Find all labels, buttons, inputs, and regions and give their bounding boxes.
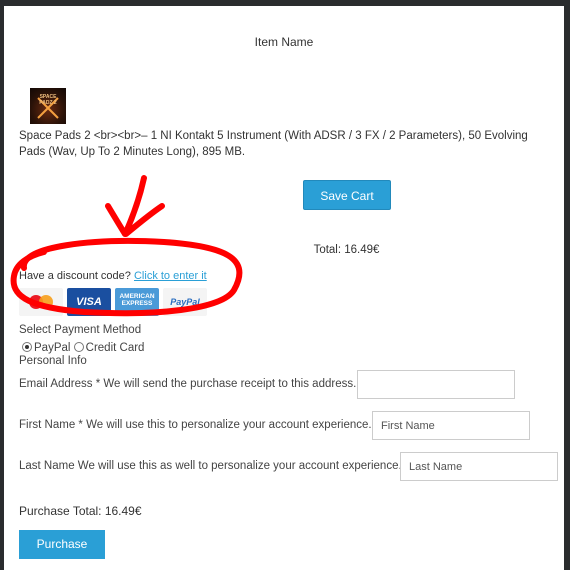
payment-method-heading: Select Payment Method (19, 324, 142, 336)
paypal-radio[interactable] (22, 342, 32, 352)
paypal-option-label[interactable]: PayPal (34, 342, 70, 354)
save-cart-button[interactable]: Save Cart (303, 180, 391, 210)
first-name-label: First Name * We will use this to persona… (19, 419, 372, 431)
paypal-icon: PayPal (163, 288, 207, 316)
purchase-button[interactable]: Purchase (19, 530, 105, 559)
first-name-field[interactable] (372, 411, 530, 440)
checkout-page: Item Name SPACE PADZ 2 Space Pads 2 <br>… (4, 6, 564, 570)
last-name-field[interactable] (400, 452, 558, 481)
email-label: Email Address * We will send the purchas… (19, 378, 357, 390)
mastercard-icon (19, 288, 63, 316)
thumbnail-subtitle: PADZ 2 (39, 100, 57, 106)
discount-link[interactable]: Click to enter it (134, 270, 207, 282)
paypal-logo-label: PayPal (170, 297, 200, 307)
email-field[interactable] (357, 370, 515, 399)
cart-total: Total: 16.49€ (313, 244, 380, 256)
mastercard-orange-circle (39, 295, 53, 309)
personal-info-heading: Personal Info (19, 355, 87, 367)
last-name-label: Last Name We will use this as well to pe… (19, 460, 402, 472)
amex-label: AMERICAN EXPRESS (119, 293, 155, 307)
visa-label: VISA (76, 296, 102, 308)
annotation-arrow-icon (105, 175, 165, 237)
discount-prompt-text: Have a discount code? (19, 270, 131, 282)
visa-icon: VISA (67, 288, 111, 316)
discount-prompt: Have a discount code? Click to enter it (19, 270, 207, 282)
item-name-header: Item Name (254, 35, 314, 49)
product-description: Space Pads 2 <br><br>– 1 NI Kontakt 5 In… (19, 130, 528, 158)
payment-method-options: PayPal Credit Card (22, 342, 144, 354)
amex-icon: AMERICAN EXPRESS (115, 288, 159, 316)
product-thumbnail: SPACE PADZ 2 (30, 88, 66, 124)
credit-card-option-label[interactable]: Credit Card (86, 342, 145, 354)
purchase-total: Purchase Total: 16.49€ (19, 504, 142, 518)
credit-card-radio[interactable] (73, 342, 84, 352)
